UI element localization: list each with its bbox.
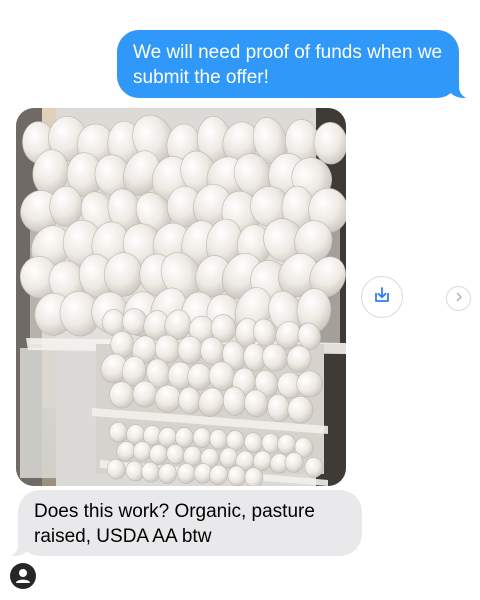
save-photo-button[interactable] bbox=[361, 276, 403, 318]
outgoing-message-bubble[interactable]: We will need proof of funds when we subm… bbox=[117, 30, 477, 99]
photo-attachment[interactable] bbox=[16, 108, 346, 486]
next-button[interactable] bbox=[446, 286, 471, 311]
outgoing-message-text: We will need proof of funds when we subm… bbox=[133, 42, 443, 88]
fridge-eggs-photo bbox=[16, 108, 346, 486]
person-silhouette-icon bbox=[10, 569, 36, 589]
download-to-tray-icon bbox=[372, 285, 392, 310]
message-thread: We will need proof of funds when we subm… bbox=[0, 0, 480, 600]
incoming-message-text: Does this work? Organic, pasture raised,… bbox=[34, 501, 315, 547]
sender-avatar[interactable] bbox=[10, 563, 36, 589]
chevron-right-icon bbox=[453, 290, 465, 308]
incoming-message-bubble[interactable]: Does this work? Organic, pasture raised,… bbox=[0, 490, 362, 557]
